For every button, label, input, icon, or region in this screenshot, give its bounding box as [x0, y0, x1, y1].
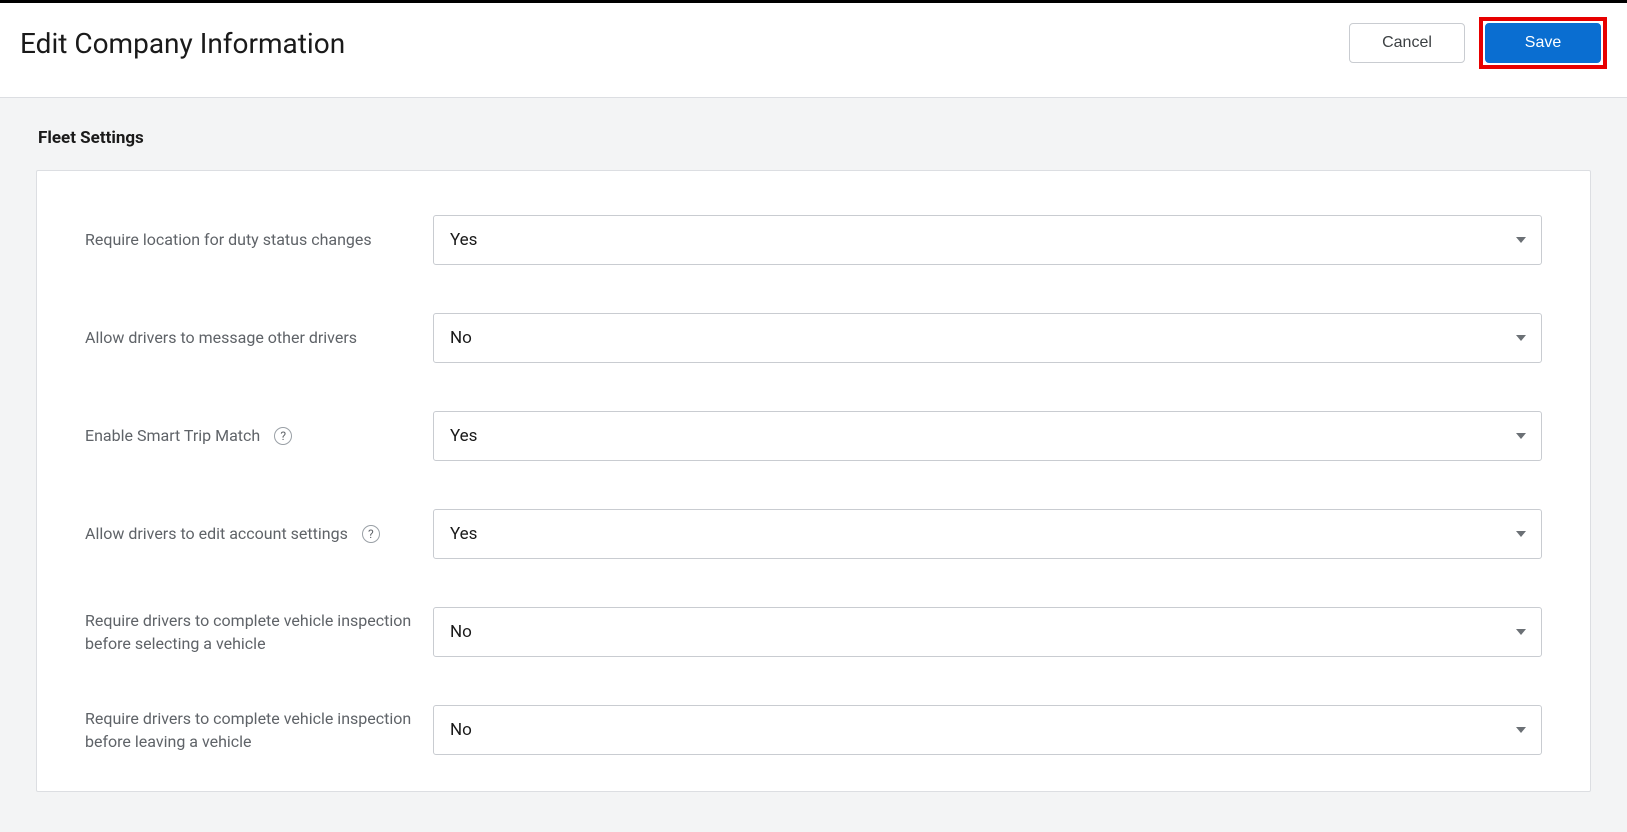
- setting-row: Require location for duty status changes…: [85, 215, 1542, 265]
- help-icon[interactable]: ?: [274, 427, 292, 445]
- select-value: Yes: [450, 230, 477, 250]
- select-wrap: No: [433, 705, 1542, 755]
- setting-label-wrap: Require location for duty status changes: [85, 228, 433, 251]
- select-wrap: Yes: [433, 215, 1542, 265]
- setting-label-wrap: Require drivers to complete vehicle insp…: [85, 707, 433, 753]
- header-actions: Cancel Save: [1349, 17, 1607, 69]
- select-wrap: No: [433, 313, 1542, 363]
- setting-label: Allow drivers to edit account settings: [85, 522, 348, 545]
- header: Edit Company Information Cancel Save: [0, 3, 1627, 97]
- setting-row: Require drivers to complete vehicle insp…: [85, 607, 1542, 657]
- setting-row: Require drivers to complete vehicle insp…: [85, 705, 1542, 755]
- select-wrap: Yes: [433, 411, 1542, 461]
- select-value: No: [450, 328, 472, 348]
- select-value: Yes: [450, 524, 477, 544]
- save-button-highlight: Save: [1479, 17, 1607, 69]
- help-icon[interactable]: ?: [362, 525, 380, 543]
- setting-label-wrap: Require drivers to complete vehicle insp…: [85, 609, 433, 655]
- setting-select[interactable]: Yes: [433, 411, 1542, 461]
- setting-label: Require drivers to complete vehicle insp…: [85, 609, 421, 655]
- setting-label-wrap: Enable Smart Trip Match ?: [85, 424, 433, 447]
- setting-label: Require drivers to complete vehicle insp…: [85, 707, 421, 753]
- select-value: Yes: [450, 426, 477, 446]
- setting-select[interactable]: No: [433, 705, 1542, 755]
- setting-row: Enable Smart Trip Match ? Yes: [85, 411, 1542, 461]
- setting-label: Allow drivers to message other drivers: [85, 326, 357, 349]
- select-value: No: [450, 622, 472, 642]
- setting-label-wrap: Allow drivers to message other drivers: [85, 326, 433, 349]
- page-title: Edit Company Information: [20, 27, 345, 60]
- setting-select[interactable]: No: [433, 313, 1542, 363]
- setting-row: Allow drivers to edit account settings ?…: [85, 509, 1542, 559]
- select-wrap: No: [433, 607, 1542, 657]
- setting-label: Require location for duty status changes: [85, 228, 372, 251]
- content-area: Fleet Settings Require location for duty…: [0, 97, 1627, 832]
- setting-row: Allow drivers to message other drivers N…: [85, 313, 1542, 363]
- select-value: No: [450, 720, 472, 740]
- select-wrap: Yes: [433, 509, 1542, 559]
- setting-label-wrap: Allow drivers to edit account settings ?: [85, 522, 433, 545]
- setting-select[interactable]: Yes: [433, 509, 1542, 559]
- cancel-button[interactable]: Cancel: [1349, 23, 1465, 63]
- settings-card: Require location for duty status changes…: [36, 170, 1591, 792]
- setting-label: Enable Smart Trip Match: [85, 424, 260, 447]
- section-title: Fleet Settings: [38, 128, 1591, 148]
- save-button[interactable]: Save: [1485, 23, 1601, 63]
- setting-select[interactable]: No: [433, 607, 1542, 657]
- setting-select[interactable]: Yes: [433, 215, 1542, 265]
